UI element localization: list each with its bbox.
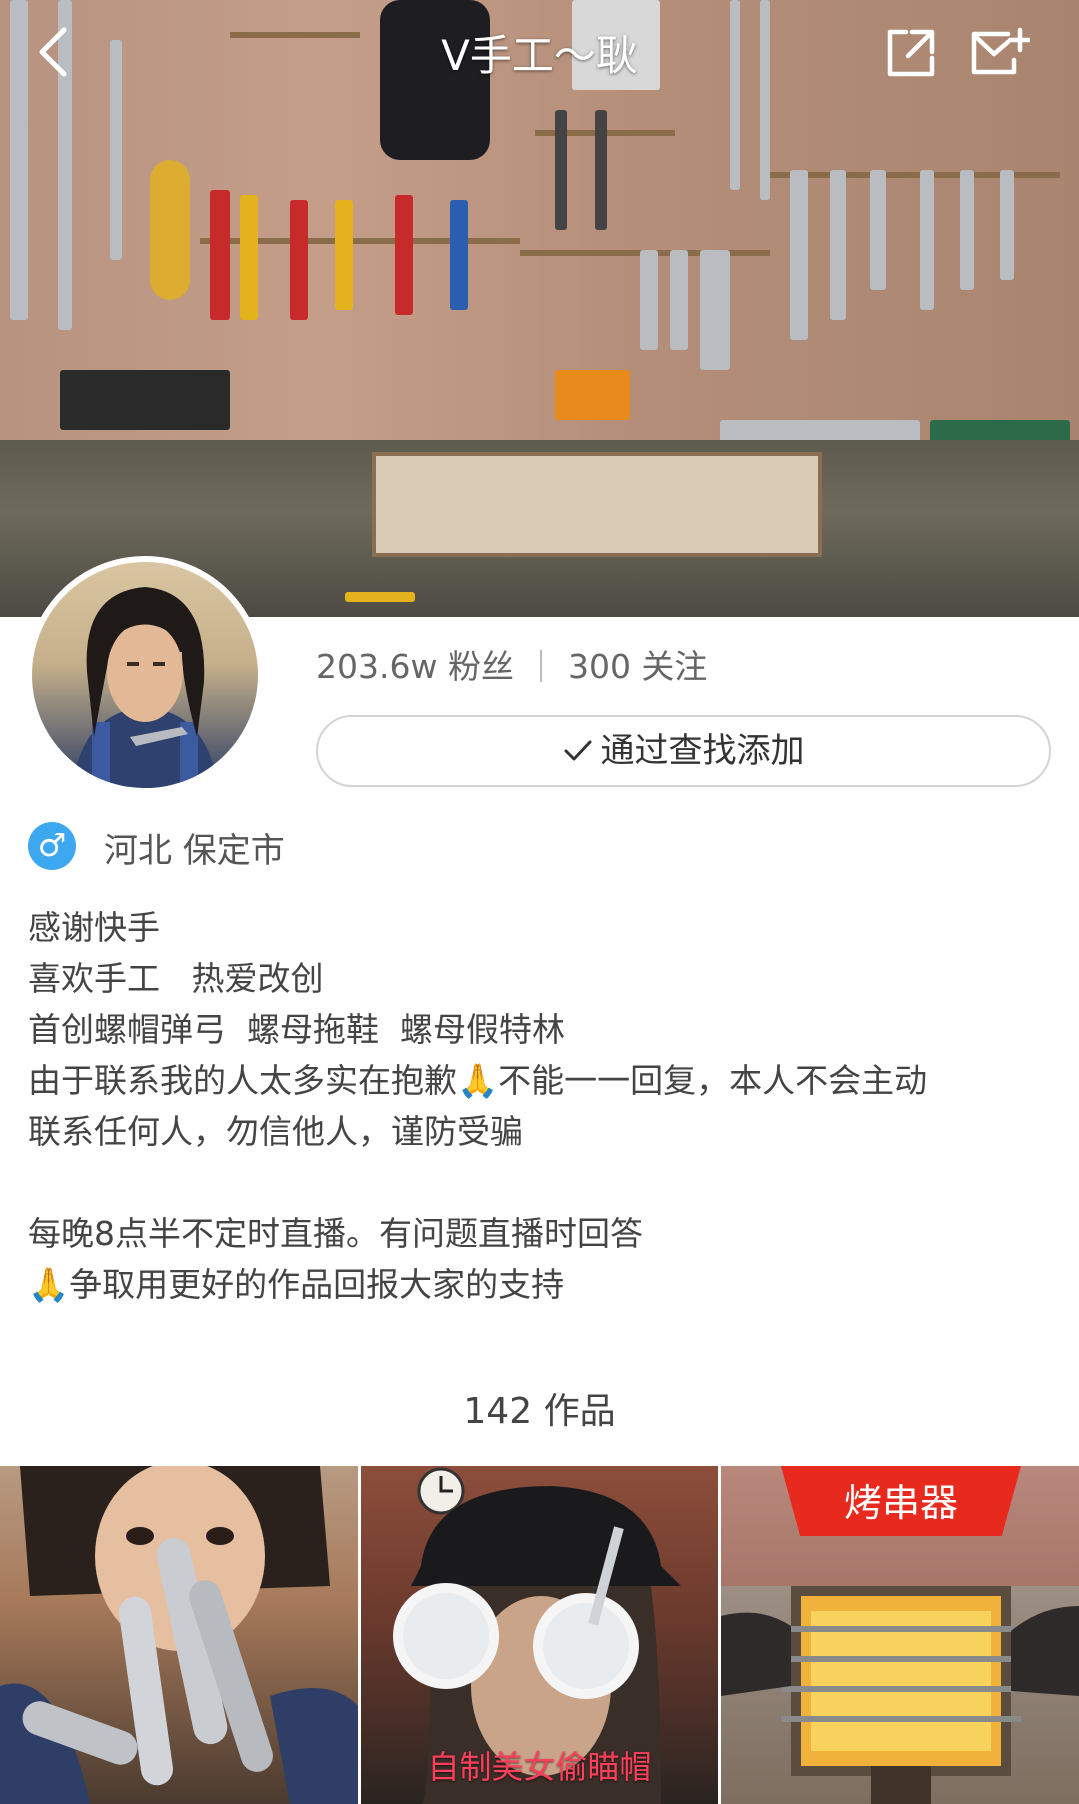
- pliers-tool: [210, 190, 230, 320]
- bio-line: 感谢快手: [28, 908, 160, 947]
- bio-line: 由于联系我的人太多实在抱歉🙏不能一一回复，本人不会主动: [28, 1061, 928, 1100]
- wrench-tool: [1000, 170, 1014, 280]
- pliers-tool: [395, 195, 413, 315]
- message-icon[interactable]: [968, 24, 1030, 82]
- bio-line: 🙏争取用更好的作品回报大家的支持: [28, 1265, 565, 1304]
- bio-line: 首创螺帽弹弓 螺母拖鞋 螺母假特林: [28, 1010, 565, 1049]
- checkmark-icon: [564, 740, 591, 761]
- bio-line: [28, 1157, 1048, 1208]
- back-icon[interactable]: [28, 22, 78, 82]
- wrench-tool: [830, 170, 846, 320]
- bio-line: 喜欢手工 热爱改创: [28, 959, 324, 998]
- avatar-photo: [32, 562, 258, 788]
- pliers-tool: [335, 200, 353, 310]
- bio-line: 每晚8点半不定时直播。有问题直播时回答: [28, 1214, 643, 1253]
- pliers-tool: [450, 200, 468, 310]
- top-navigation-bar: V手工～耿: [0, 0, 1079, 104]
- tool-case: [555, 370, 630, 420]
- stats-divider: [539, 650, 542, 682]
- wrench-tool: [870, 170, 886, 290]
- work-thumbnail-2[interactable]: 自制美女偷瞄帽: [361, 1466, 718, 1804]
- clamp-tool: [700, 250, 730, 370]
- bio-line: 联系任何人，勿信他人，谨防受骗: [28, 1112, 523, 1151]
- wrench-tool: [920, 170, 934, 310]
- works-count-tab[interactable]: 142 作品: [0, 1382, 1079, 1434]
- share-icon[interactable]: [882, 24, 940, 82]
- hammer-tool: [595, 110, 607, 230]
- follow-status-button[interactable]: 通过查找添加: [316, 715, 1051, 787]
- work-thumbnail-3[interactable]: 烤串器: [721, 1466, 1079, 1804]
- french-curve-tool: [150, 160, 190, 300]
- avatar[interactable]: [26, 556, 264, 794]
- work-banner-label: 烤串器: [843, 1481, 958, 1525]
- avatar-portrait: [72, 587, 218, 788]
- gender-male-icon: ♂: [28, 822, 76, 870]
- followers-count[interactable]: 203.6w 粉丝: [316, 647, 514, 686]
- wrench-tool: [960, 170, 974, 290]
- hammer-tool: [555, 110, 567, 230]
- profile-stats: 203.6w 粉丝 300 关注: [316, 640, 707, 688]
- work-caption: 自制美女偷瞄帽: [427, 1748, 652, 1786]
- wrench-tool: [790, 170, 808, 340]
- locking-pliers: [670, 250, 688, 350]
- screwdriver-tool: [345, 592, 415, 602]
- profile-cover-image: V手工～耿: [0, 0, 1079, 617]
- locking-pliers: [640, 250, 658, 350]
- follow-status-label: 通过查找添加: [600, 731, 805, 771]
- location-text: 河北 保定市: [104, 831, 285, 871]
- page-title: V手工～耿: [441, 31, 638, 80]
- work-thumbnail-image: [0, 1466, 358, 1804]
- following-count[interactable]: 300 关注: [568, 647, 707, 686]
- storage-shelf: [372, 452, 822, 557]
- power-supply: [60, 370, 230, 430]
- work-thumbnail-1[interactable]: [0, 1466, 358, 1804]
- pliers-tool: [290, 200, 308, 320]
- profile-bio: 感谢快手 喜欢手工 热爱改创 首创螺帽弹弓 螺母拖鞋 螺母假特林 由于联系我的人…: [28, 902, 1048, 1310]
- pliers-tool: [240, 195, 258, 320]
